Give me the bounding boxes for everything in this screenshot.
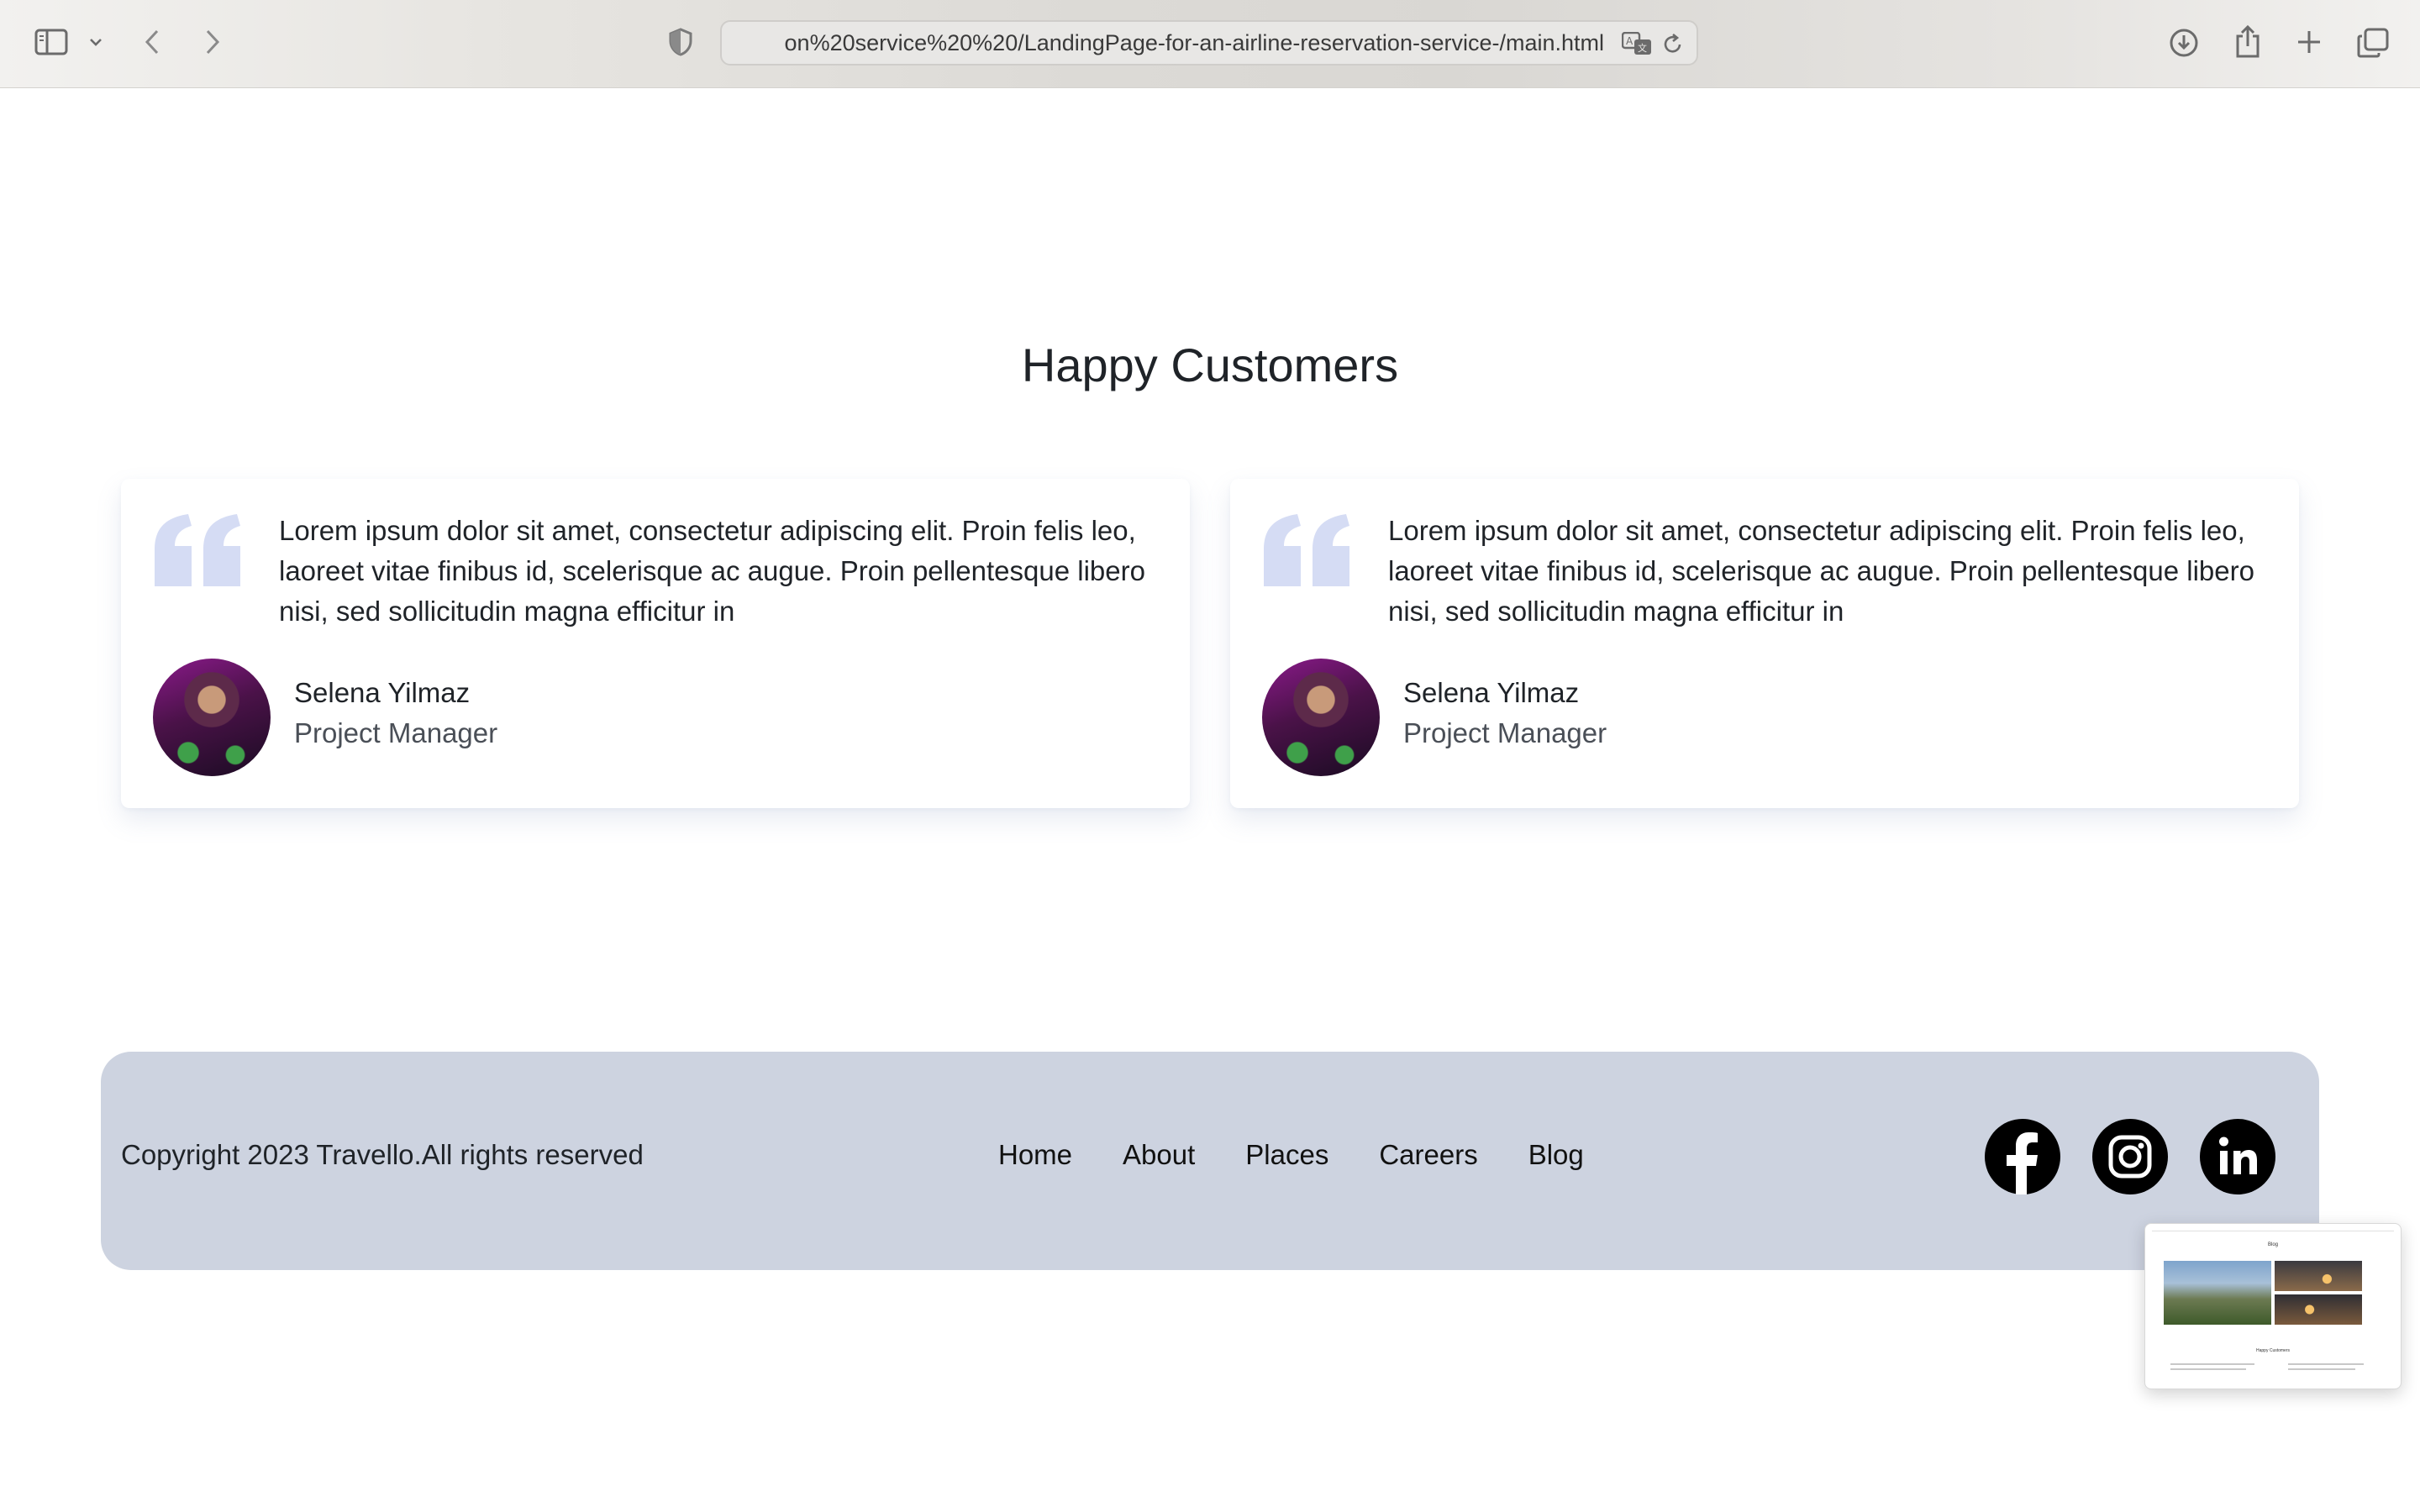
- person-name: Selena Yilmaz: [1403, 677, 1580, 708]
- quote-icon: [155, 514, 240, 586]
- footer-link-about[interactable]: About: [1123, 1139, 1195, 1171]
- browser-toolbar: on%20service%20%20/LandingPage-for-an-ai…: [0, 0, 2420, 88]
- thumbnail-image: [2275, 1294, 2362, 1325]
- footer-nav: Home About Places Careers Blog: [998, 1139, 1584, 1171]
- person-name: Selena Yilmaz: [294, 677, 471, 708]
- forward-icon[interactable]: [200, 25, 225, 59]
- thumbnail-text-line: [2170, 1363, 2254, 1365]
- address-bar[interactable]: on%20service%20%20/LandingPage-for-an-ai…: [720, 20, 1698, 66]
- footer-link-blog[interactable]: Blog: [1528, 1139, 1584, 1171]
- person-role: Project Manager: [294, 717, 498, 748]
- back-icon[interactable]: [139, 25, 165, 59]
- share-icon[interactable]: [2230, 22, 2265, 60]
- thumbnail-text-line: [2288, 1363, 2364, 1365]
- svg-text:A: A: [1626, 35, 1634, 47]
- testimonial-quote: Lorem ipsum dolor sit amet, consectetur …: [1388, 515, 2254, 627]
- translate-icon[interactable]: A文: [1621, 30, 1653, 57]
- instagram-icon[interactable]: [2092, 1119, 2168, 1194]
- thumbnail-title: Blog: [2267, 1242, 2278, 1247]
- thumbnail-image: [2275, 1261, 2362, 1291]
- footer-link-home[interactable]: Home: [998, 1139, 1072, 1171]
- thumbnail-image: [2164, 1261, 2271, 1325]
- page-thumbnail[interactable]: Blog Happy Customers: [2144, 1223, 2402, 1389]
- chevron-down-icon[interactable]: [86, 32, 106, 52]
- footer-link-careers[interactable]: Careers: [1379, 1139, 1477, 1171]
- reload-icon[interactable]: [1661, 32, 1685, 55]
- footer-link-places[interactable]: Places: [1245, 1139, 1328, 1171]
- facebook-icon[interactable]: [1985, 1119, 2060, 1194]
- url-text[interactable]: on%20service%20%20/LandingPage-for-an-ai…: [767, 22, 1604, 64]
- quote-icon: [1264, 514, 1349, 586]
- avatar: [153, 659, 271, 776]
- privacy-shield-icon[interactable]: [666, 27, 696, 57]
- tab-overview-icon[interactable]: [2354, 25, 2391, 60]
- new-tab-icon[interactable]: [2292, 25, 2326, 59]
- thumbnail-text-line: [2170, 1368, 2246, 1370]
- sidebar-toggle-icon[interactable]: [32, 25, 71, 59]
- testimonial-card: Lorem ipsum dolor sit amet, consectetur …: [1230, 479, 2299, 808]
- avatar: [1262, 659, 1380, 776]
- svg-text:文: 文: [1638, 42, 1647, 54]
- download-icon[interactable]: [2166, 25, 2202, 60]
- copyright-text: Copyright 2023 Travello.All rights reser…: [121, 1139, 644, 1170]
- footer: Copyright 2023 Travello.All rights reser…: [101, 1052, 2319, 1270]
- thumbnail-subtitle: Happy Customers: [2255, 1348, 2290, 1353]
- testimonial-card: Lorem ipsum dolor sit amet, consectetur …: [121, 479, 1190, 808]
- linkedin-icon[interactable]: [2200, 1119, 2275, 1194]
- section-title: Happy Customers: [1021, 339, 1399, 391]
- thumbnail-text-line: [2288, 1368, 2355, 1370]
- testimonial-quote: Lorem ipsum dolor sit amet, consectetur …: [279, 515, 1145, 627]
- person-role: Project Manager: [1403, 717, 1607, 748]
